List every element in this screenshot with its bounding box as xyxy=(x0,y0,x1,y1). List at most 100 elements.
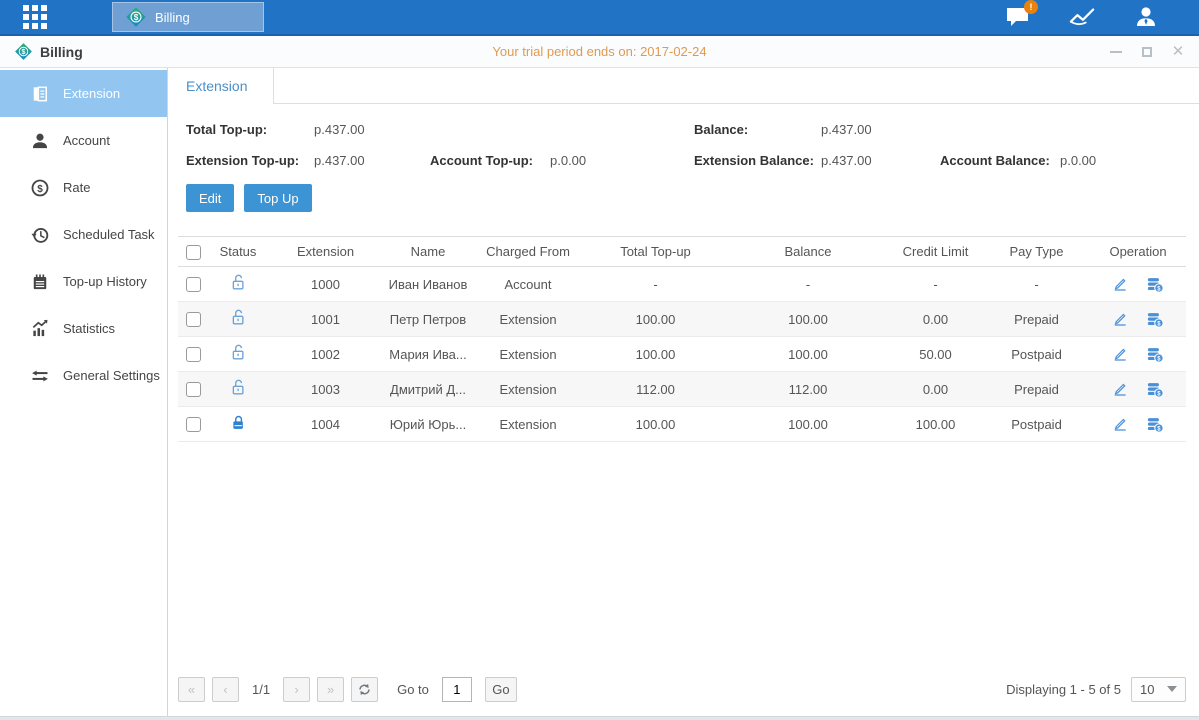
balance-label: Balance: xyxy=(694,122,821,137)
sidebar-item-rate[interactable]: $ Rate xyxy=(0,164,167,211)
table-row: 1003 Дмитрий Д... Extension 112.00 112.0… xyxy=(178,372,1186,407)
extension-topup-label: Extension Top-up: xyxy=(186,153,314,168)
row-checkbox[interactable] xyxy=(186,277,201,292)
row-topup-button[interactable]: $ xyxy=(1145,345,1165,364)
col-header-charged-from: Charged From xyxy=(473,244,583,259)
page-size-select[interactable]: 10 xyxy=(1131,677,1186,702)
row-edit-button[interactable] xyxy=(1111,415,1129,433)
minimize-button[interactable] xyxy=(1109,45,1123,59)
topbar: $ Billing ! xyxy=(0,0,1199,36)
extension-name: Мария Ива... xyxy=(383,347,473,362)
balance-summary: Total Top-up: p.437.00 Balance: p.437.00… xyxy=(186,122,1186,168)
rate-icon: $ xyxy=(30,178,50,198)
maximize-button[interactable] xyxy=(1140,45,1154,59)
page-indicator: 1/1 xyxy=(252,682,270,697)
total-topup-label: Total Top-up: xyxy=(186,122,314,137)
row-checkbox[interactable] xyxy=(186,382,201,397)
extension-name: Дмитрий Д... xyxy=(383,382,473,397)
sidebar-item-topup-history[interactable]: Top-up History xyxy=(0,258,167,305)
select-all-checkbox[interactable] xyxy=(186,245,201,260)
pagination-bar: 1/1 Go to Go Displaying 1 - 5 of 5 xyxy=(178,676,1186,702)
total-topup: 100.00 xyxy=(583,347,728,362)
sidebar-item-scheduled-task[interactable]: Scheduled Task xyxy=(0,211,167,258)
row-edit-button[interactable] xyxy=(1111,275,1129,293)
row-topup-button[interactable]: $ xyxy=(1145,275,1165,294)
pay-type: Postpaid xyxy=(983,347,1090,362)
sidebar-item-label: Top-up History xyxy=(63,274,147,289)
account-topup-value: p.0.00 xyxy=(550,153,694,168)
prev-page-button[interactable] xyxy=(212,677,239,702)
balance-value: p.437.00 xyxy=(821,122,872,137)
row-topup-button[interactable]: $ xyxy=(1145,415,1165,434)
go-button[interactable]: Go xyxy=(485,677,517,702)
tab-strip: Extension xyxy=(168,68,1199,104)
table-body: 1000 Иван Иванов Account - - - - $ xyxy=(178,267,1186,442)
col-header-credit-limit: Credit Limit xyxy=(888,244,983,259)
sidebar-item-account[interactable]: Account xyxy=(0,117,167,164)
notifications-button[interactable]: ! xyxy=(1005,5,1031,29)
row-topup-button[interactable]: $ xyxy=(1145,310,1165,329)
row-edit-button[interactable] xyxy=(1111,380,1129,398)
notification-badge: ! xyxy=(1024,0,1038,14)
chevron-down-icon xyxy=(1167,686,1177,692)
col-header-total-topup: Total Top-up xyxy=(583,244,728,259)
extension-name: Юрий Юрь... xyxy=(383,417,473,432)
lock-open-icon[interactable] xyxy=(229,343,248,362)
account-balance-value: p.0.00 xyxy=(1060,153,1096,168)
account-topup-label: Account Top-up: xyxy=(430,153,550,168)
resource-monitor-button[interactable] xyxy=(1069,5,1095,29)
taskbar-billing-button[interactable]: $ Billing xyxy=(112,2,264,32)
window-bottom-edge xyxy=(0,716,1199,720)
row-topup-button[interactable]: $ xyxy=(1145,380,1165,399)
sidebar-item-label: Account xyxy=(63,133,110,148)
balance: 100.00 xyxy=(728,312,888,327)
top-up-button[interactable]: Top Up xyxy=(244,184,311,212)
col-header-extension: Extension xyxy=(268,244,383,259)
row-edit-button[interactable] xyxy=(1111,310,1129,328)
balance: - xyxy=(728,277,888,292)
lock-closed-icon[interactable] xyxy=(229,413,248,432)
sidebar-item-label: Extension xyxy=(63,86,120,101)
row-edit-button[interactable] xyxy=(1111,345,1129,363)
sidebar-item-general-settings[interactable]: General Settings xyxy=(0,352,167,399)
credit-limit: 0.00 xyxy=(888,382,983,397)
svg-text:$: $ xyxy=(22,48,26,56)
close-button[interactable]: ✕ xyxy=(1171,45,1185,59)
lock-open-icon[interactable] xyxy=(229,308,248,327)
user-account-button[interactable] xyxy=(1133,5,1159,29)
extension-balance-value: p.437.00 xyxy=(821,153,940,168)
row-checkbox[interactable] xyxy=(186,312,201,327)
page-size-value: 10 xyxy=(1140,682,1154,697)
sidebar-item-label: Statistics xyxy=(63,321,115,336)
tab-extension[interactable]: Extension xyxy=(168,68,274,104)
svg-text:$: $ xyxy=(134,13,139,22)
table-row: 1002 Мария Ива... Extension 100.00 100.0… xyxy=(178,337,1186,372)
extension-topup-value: p.437.00 xyxy=(314,153,430,168)
balance: 112.00 xyxy=(728,382,888,397)
row-checkbox[interactable] xyxy=(186,417,201,432)
lock-open-icon[interactable] xyxy=(229,273,248,292)
last-page-button[interactable] xyxy=(317,677,344,702)
goto-page-input[interactable] xyxy=(442,677,472,702)
sidebar-item-extension[interactable]: Extension xyxy=(0,70,167,117)
col-header-pay-type: Pay Type xyxy=(983,244,1090,259)
taskbar-billing-label: Billing xyxy=(155,10,190,25)
next-page-button[interactable] xyxy=(283,677,310,702)
sidebar-item-label: General Settings xyxy=(63,368,160,383)
app-launcher-button[interactable] xyxy=(0,0,70,34)
refresh-button[interactable] xyxy=(351,677,378,702)
sidebar-item-statistics[interactable]: Statistics xyxy=(0,305,167,352)
charged-from: Extension xyxy=(473,417,583,432)
lock-open-icon[interactable] xyxy=(229,378,248,397)
row-checkbox[interactable] xyxy=(186,347,201,362)
table-row: 1004 Юрий Юрь... Extension 100.00 100.00… xyxy=(178,407,1186,442)
credit-limit: 0.00 xyxy=(888,312,983,327)
user-icon xyxy=(1133,5,1159,29)
main-content: Extension Total Top-up: p.437.00 Balance… xyxy=(168,68,1199,716)
first-page-button[interactable] xyxy=(178,677,205,702)
sidebar: Extension Account $ Rate Scheduled Task xyxy=(0,68,168,716)
total-topup-value: p.437.00 xyxy=(314,122,430,137)
col-header-name: Name xyxy=(383,244,473,259)
extension-table: Status Extension Name Charged From Total… xyxy=(178,236,1186,442)
edit-button[interactable]: Edit xyxy=(186,184,234,212)
